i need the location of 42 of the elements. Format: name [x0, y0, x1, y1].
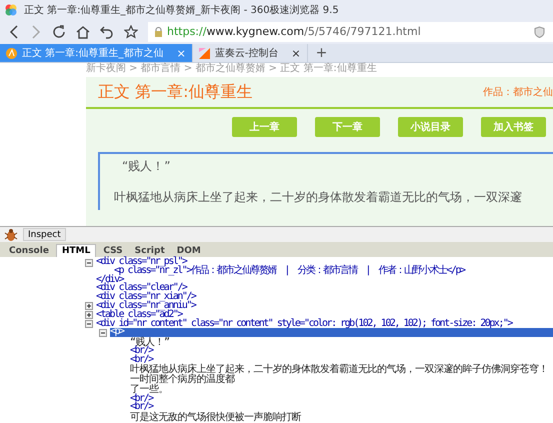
bug-icon [3, 228, 19, 242]
text-node[interactable]: 可是这无敌的气场很快便被一声脆响打断 [130, 412, 551, 422]
site-icon [198, 48, 210, 58]
breadcrumb: 新卡夜阁 > 都市言情 > 都市之仙尊赘婿 > 正文 第一章:仙尊重生 [86, 63, 378, 75]
devtools-tab[interactable]: Script [130, 245, 170, 257]
home-icon[interactable] [76, 24, 90, 38]
close-tab-button[interactable]: × [283, 46, 301, 60]
devtools-tab[interactable]: CSS [98, 245, 128, 257]
chapter-title: 正文 第一章:仙尊重生 [98, 82, 252, 102]
expand-icon[interactable] [85, 302, 93, 310]
collapse-icon[interactable] [99, 328, 107, 337]
devtools-tab[interactable]: HTML [56, 244, 96, 257]
text-node[interactable]: 叶枫猛地从病床上坐了起来，二十岁的身体散发着霸道无比的气场，一双深邃的眸子仿佛洞穿苍穹！一时间整个病房的温度都 [130, 364, 551, 385]
collapse-icon[interactable] [85, 258, 93, 266]
window-title: 正文 第一章:仙尊重生_都市之仙尊赘婿_新卡夜阁 - 360极速浏览器 9.5 [24, 4, 339, 16]
paragraph: “贱人！” [122, 158, 172, 175]
html-tag[interactable]: <br/> [130, 401, 153, 412]
book-meta: 作品：都市之仙 [483, 86, 553, 99]
html-tag[interactable]: <div id="nr_content" class="nr_content" style="color: rgb(102, 102, 102); font-size: 20px;"> [96, 318, 512, 329]
inspect-button[interactable]: Inspect [23, 228, 66, 241]
shield-icon[interactable] [534, 26, 545, 38]
star-icon[interactable] [124, 24, 138, 38]
collapse-icon[interactable] [85, 320, 93, 328]
text-node[interactable]: 了一些。 [130, 384, 551, 395]
back-icon[interactable] [8, 24, 20, 38]
browser-logo-icon [5, 4, 17, 16]
new-tab-button[interactable]: + [316, 45, 328, 61]
expand-icon[interactable] [85, 311, 93, 320]
html-tag[interactable]: <p class="nr_zl">作品：都市之仙尊赘婿 | 分类：都市言情 | 作者：山野小术士</p> [114, 264, 464, 276]
site-icon [6, 48, 17, 58]
devtools-tab[interactable]: DOM [172, 245, 206, 257]
tab-label: 蓝奏云-控制台 [214, 46, 278, 60]
tab-label: 正文 第一章:仙尊重生_都市之仙 [22, 46, 164, 60]
html-tag[interactable]: <div class="nr_psl"> [96, 256, 186, 267]
lock-icon [154, 26, 163, 36]
devtools-tab[interactable]: Console [4, 245, 54, 257]
reload-icon[interactable] [52, 24, 66, 38]
paragraph: 叶枫猛地从病床上坐了起来，二十岁的身体散发着霸道无比的气场，一双深邃 [114, 189, 523, 206]
html-tag[interactable]: <p> [110, 328, 553, 338]
undo-icon[interactable] [100, 24, 114, 38]
browser-tab[interactable]: 蓝奏云-控制台 × [192, 44, 308, 62]
address-field[interactable]: https://www.kygnew.com/5/5746/797121.html [148, 22, 553, 42]
